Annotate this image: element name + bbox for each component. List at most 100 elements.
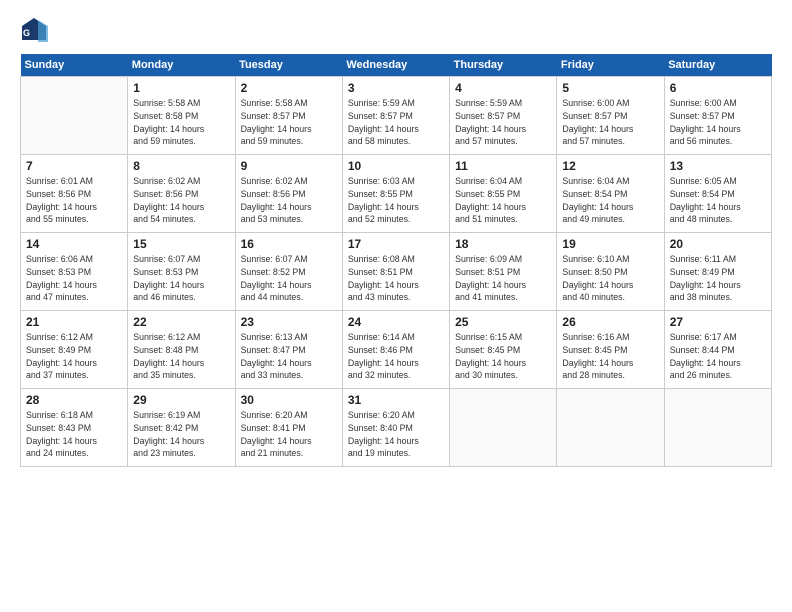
week-row-2: 7Sunrise: 6:01 AM Sunset: 8:56 PM Daylig… [21,155,772,233]
calendar-body: 1Sunrise: 5:58 AM Sunset: 8:58 PM Daylig… [21,77,772,467]
day-info: Sunrise: 6:00 AM Sunset: 8:57 PM Dayligh… [670,97,766,148]
day-cell: 7Sunrise: 6:01 AM Sunset: 8:56 PM Daylig… [21,155,128,233]
logo-icon: G [20,16,48,44]
day-cell: 12 Sunrise: 6:04 AM Sunset: 8:54 PM Dayli… [557,155,664,233]
day-info: Sunrise: 5:59 AM Sunset: 8:57 PM Dayligh… [348,97,444,148]
col-header-sunday: Sunday [21,54,128,77]
day-number: 23 [241,315,337,329]
day-number: 11 [455,159,551,173]
day-cell: 25 Sunrise: 6:15 AM Sunset: 8:45 PM Dayli… [450,311,557,389]
day-cell: 6Sunrise: 6:00 AM Sunset: 8:57 PM Daylig… [664,77,771,155]
day-info: Sunrise: 6:04 AM Sunset: 8:55 PM Dayligh… [455,175,551,226]
day-cell: 1Sunrise: 5:58 AM Sunset: 8:58 PM Daylig… [128,77,235,155]
day-cell: 15Sunrise: 6:07 AM Sunset: 8:53 PM Dayli… [128,233,235,311]
day-cell: 4 Sunrise: 5:59 AM Sunset: 8:57 PM Daylig… [450,77,557,155]
day-number: 3 [348,81,444,95]
day-info: Sunrise: 5:58 AM Sunset: 8:57 PM Dayligh… [241,97,337,148]
day-number: 27 [670,315,766,329]
day-cell: 11 Sunrise: 6:04 AM Sunset: 8:55 PM Dayli… [450,155,557,233]
day-info: Sunrise: 6:12 AM Sunset: 8:48 PM Dayligh… [133,331,229,382]
day-number: 17 [348,237,444,251]
calendar-table: SundayMondayTuesdayWednesdayThursdayFrid… [20,54,772,467]
page: G SundayMondayTuesdayWednesdayThursdayFr… [0,0,792,612]
day-number: 4 [455,81,551,95]
day-cell: 20 Sunrise: 6:11 AM Sunset: 8:49 PM Dayli… [664,233,771,311]
day-cell: 29 Sunrise: 6:19 AM Sunset: 8:42 PM Dayli… [128,389,235,467]
day-cell: 9 Sunrise: 6:02 AM Sunset: 8:56 PM Daylig… [235,155,342,233]
day-info: Sunrise: 6:10 AM Sunset: 8:50 PM Dayligh… [562,253,658,304]
day-number: 15 [133,237,229,251]
logo: G [20,16,52,44]
day-cell [664,389,771,467]
day-number: 13 [670,159,766,173]
day-number: 14 [26,237,122,251]
day-cell: 3 Sunrise: 5:59 AM Sunset: 8:57 PM Daylig… [342,77,449,155]
day-number: 12 [562,159,658,173]
day-cell: 17 Sunrise: 6:08 AM Sunset: 8:51 PM Dayli… [342,233,449,311]
day-info: Sunrise: 6:13 AM Sunset: 8:47 PM Dayligh… [241,331,337,382]
day-cell: 10 Sunrise: 6:03 AM Sunset: 8:55 PM Dayli… [342,155,449,233]
day-number: 28 [26,393,122,407]
day-number: 5 [562,81,658,95]
week-row-1: 1Sunrise: 5:58 AM Sunset: 8:58 PM Daylig… [21,77,772,155]
day-cell: 5 Sunrise: 6:00 AM Sunset: 8:57 PM Daylig… [557,77,664,155]
day-number: 20 [670,237,766,251]
day-cell: 16 Sunrise: 6:07 AM Sunset: 8:52 PM Dayli… [235,233,342,311]
day-cell: 30Sunrise: 6:20 AM Sunset: 8:41 PM Dayli… [235,389,342,467]
day-number: 29 [133,393,229,407]
day-cell [450,389,557,467]
col-header-friday: Friday [557,54,664,77]
day-number: 10 [348,159,444,173]
header: G [20,16,772,44]
day-info: Sunrise: 6:14 AM Sunset: 8:46 PM Dayligh… [348,331,444,382]
header-row: SundayMondayTuesdayWednesdayThursdayFrid… [21,54,772,77]
day-number: 26 [562,315,658,329]
day-cell: 2 Sunrise: 5:58 AM Sunset: 8:57 PM Daylig… [235,77,342,155]
day-info: Sunrise: 6:00 AM Sunset: 8:57 PM Dayligh… [562,97,658,148]
day-info: Sunrise: 6:05 AM Sunset: 8:54 PM Dayligh… [670,175,766,226]
day-cell: 26Sunrise: 6:16 AM Sunset: 8:45 PM Dayli… [557,311,664,389]
day-cell: 23 Sunrise: 6:13 AM Sunset: 8:47 PM Dayli… [235,311,342,389]
day-info: Sunrise: 6:03 AM Sunset: 8:55 PM Dayligh… [348,175,444,226]
day-cell: 28Sunrise: 6:18 AM Sunset: 8:43 PM Dayli… [21,389,128,467]
day-cell: 21 Sunrise: 6:12 AM Sunset: 8:49 PM Dayli… [21,311,128,389]
col-header-tuesday: Tuesday [235,54,342,77]
day-number: 9 [241,159,337,173]
day-info: Sunrise: 6:17 AM Sunset: 8:44 PM Dayligh… [670,331,766,382]
day-info: Sunrise: 6:19 AM Sunset: 8:42 PM Dayligh… [133,409,229,460]
day-number: 2 [241,81,337,95]
day-info: Sunrise: 6:09 AM Sunset: 8:51 PM Dayligh… [455,253,551,304]
day-number: 22 [133,315,229,329]
week-row-3: 14 Sunrise: 6:06 AM Sunset: 8:53 PM Dayli… [21,233,772,311]
day-info: Sunrise: 6:11 AM Sunset: 8:49 PM Dayligh… [670,253,766,304]
day-cell: 13 Sunrise: 6:05 AM Sunset: 8:54 PM Dayli… [664,155,771,233]
day-info: Sunrise: 5:58 AM Sunset: 8:58 PM Dayligh… [133,97,229,148]
day-number: 21 [26,315,122,329]
day-info: Sunrise: 6:20 AM Sunset: 8:40 PM Dayligh… [348,409,444,460]
week-row-4: 21 Sunrise: 6:12 AM Sunset: 8:49 PM Dayli… [21,311,772,389]
col-header-thursday: Thursday [450,54,557,77]
day-info: Sunrise: 6:02 AM Sunset: 8:56 PM Dayligh… [241,175,337,226]
day-cell: 18Sunrise: 6:09 AM Sunset: 8:51 PM Dayli… [450,233,557,311]
day-info: Sunrise: 5:59 AM Sunset: 8:57 PM Dayligh… [455,97,551,148]
day-info: Sunrise: 6:12 AM Sunset: 8:49 PM Dayligh… [26,331,122,382]
day-info: Sunrise: 6:08 AM Sunset: 8:51 PM Dayligh… [348,253,444,304]
day-info: Sunrise: 6:04 AM Sunset: 8:54 PM Dayligh… [562,175,658,226]
day-number: 19 [562,237,658,251]
day-info: Sunrise: 6:06 AM Sunset: 8:53 PM Dayligh… [26,253,122,304]
day-cell: 24Sunrise: 6:14 AM Sunset: 8:46 PM Dayli… [342,311,449,389]
day-cell: 8Sunrise: 6:02 AM Sunset: 8:56 PM Daylig… [128,155,235,233]
day-cell [21,77,128,155]
col-header-saturday: Saturday [664,54,771,77]
day-number: 31 [348,393,444,407]
day-info: Sunrise: 6:20 AM Sunset: 8:41 PM Dayligh… [241,409,337,460]
day-cell [557,389,664,467]
day-cell: 14 Sunrise: 6:06 AM Sunset: 8:53 PM Dayli… [21,233,128,311]
day-number: 8 [133,159,229,173]
day-number: 16 [241,237,337,251]
day-cell: 22 Sunrise: 6:12 AM Sunset: 8:48 PM Dayli… [128,311,235,389]
svg-text:G: G [23,28,30,38]
day-number: 25 [455,315,551,329]
day-info: Sunrise: 6:07 AM Sunset: 8:52 PM Dayligh… [241,253,337,304]
day-info: Sunrise: 6:15 AM Sunset: 8:45 PM Dayligh… [455,331,551,382]
